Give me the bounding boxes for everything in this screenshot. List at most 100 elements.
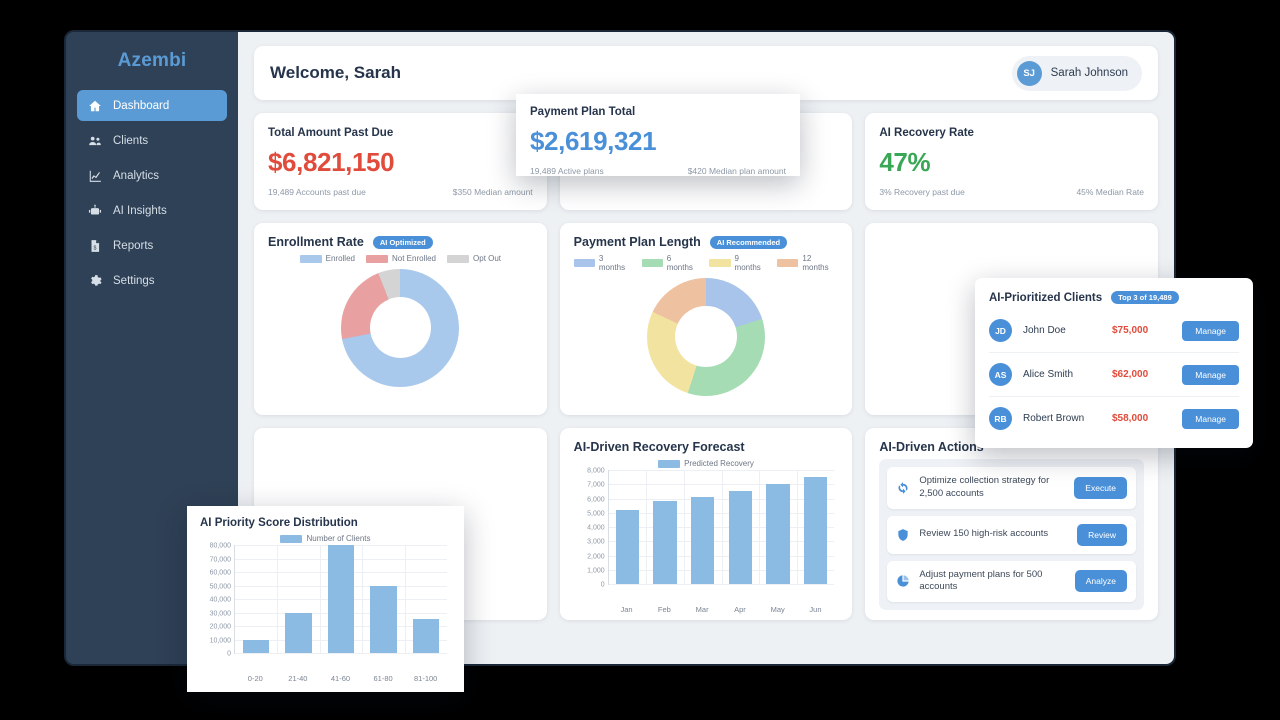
chart-title: Enrollment Rate — [268, 235, 364, 249]
manage-button[interactable]: Manage — [1182, 364, 1239, 385]
sidebar-item-clients[interactable]: Clients — [77, 125, 227, 156]
bar[interactable] — [412, 619, 439, 653]
bar-chart-priority-score: 80,000 70,000 60,000 50,000 40,000 30,000 20,0… — [200, 543, 451, 671]
legend-item[interactable]: 6 months — [641, 254, 699, 272]
stat-foot-right: 45% Median Rate — [1076, 187, 1145, 197]
legend-label: 12 months — [802, 254, 829, 272]
x-axis-tick: Apr — [734, 605, 746, 614]
donut-slices — [647, 277, 765, 396]
shield-icon — [896, 528, 910, 542]
sidebar-item-dashboard[interactable]: Dashboard — [77, 90, 227, 121]
bar[interactable] — [243, 639, 270, 653]
y-axis-tick: 0 — [600, 581, 605, 589]
chart-legend: Number of Clients — [200, 534, 451, 543]
bar[interactable] — [653, 501, 677, 584]
legend-swatch — [447, 254, 470, 263]
chart-title: AI-Driven Recovery Forecast — [573, 440, 745, 454]
ai-prioritized-clients-popup: AI-Prioritized Clients Top 3 of 19,489 J… — [975, 278, 1253, 448]
action-text: Optimize collection strategy for 2,500 a… — [919, 475, 1050, 499]
bar[interactable] — [803, 477, 828, 584]
bar[interactable] — [728, 491, 752, 584]
x-axis-tick: Feb — [657, 605, 671, 614]
y-axis-tick: 40,000 — [209, 596, 231, 604]
legend-label: 3 months — [598, 254, 626, 272]
sidebar-item-ai-insights[interactable]: AI Insights — [77, 195, 227, 226]
legend-item[interactable]: Predicted Recovery — [658, 459, 754, 468]
bar-slot — [759, 470, 797, 584]
x-axis-tick: Jan — [620, 605, 633, 614]
legend-item[interactable]: 12 months — [777, 254, 838, 272]
x-axis-tick: May — [770, 605, 785, 614]
stat-foot-right: $350 Median amount — [452, 187, 533, 197]
legend-item[interactable]: Not Enrolled — [365, 254, 436, 263]
stat-value: 47% — [879, 147, 931, 177]
legend-item[interactable]: 3 months — [573, 254, 631, 272]
bars — [235, 545, 447, 653]
bar-slot — [684, 470, 722, 584]
bar-chart-xlabels: 0-20 21-40 41-60 61-80 81-100 — [200, 674, 451, 683]
popup-title: AI Priority Score Distribution — [200, 517, 358, 529]
chart-title: Payment Plan Length — [573, 235, 701, 249]
chart-legend: 3 months 6 months 9 months 12 months — [573, 254, 839, 272]
priority-score-distribution-popup: AI Priority Score Distribution Number of… — [187, 506, 464, 692]
robot-icon — [88, 204, 102, 218]
review-button[interactable]: Review — [1077, 523, 1128, 546]
action-text: Adjust payment plans for 500 accounts — [919, 568, 1043, 593]
legend-item[interactable]: 9 months — [709, 254, 766, 272]
sidebar-item-label: Reports — [113, 239, 154, 252]
legend-label: Enrolled — [325, 254, 355, 263]
bar[interactable] — [370, 585, 397, 653]
list-item[interactable]: RB Robert Brown $58,000 Manage — [989, 397, 1239, 440]
user-menu[interactable]: SJ Sarah Johnson — [1011, 55, 1142, 91]
list-item[interactable]: JD John Doe $75,000 Manage — [989, 309, 1239, 353]
legend-item[interactable]: Number of Clients — [280, 534, 371, 543]
pie-icon — [896, 574, 910, 588]
legend-swatch — [365, 254, 388, 263]
bar-slot — [235, 545, 277, 653]
client-name: John Doe — [1023, 325, 1066, 336]
x-axis-tick: Jun — [809, 605, 822, 614]
sidebar-item-reports[interactable]: $ Reports — [77, 230, 227, 261]
bar[interactable] — [691, 497, 715, 584]
plot-area: 80,000 70,000 60,000 50,000 40,000 30,000 20,0… — [210, 543, 447, 658]
chart-line-icon — [88, 169, 102, 183]
sidebar-item-settings[interactable]: Settings — [77, 265, 227, 296]
manage-button[interactable]: Manage — [1182, 320, 1239, 341]
legend-item[interactable]: Opt Out — [447, 254, 501, 263]
analyze-button[interactable]: Analyze — [1074, 570, 1128, 593]
manage-button[interactable]: Manage — [1182, 408, 1239, 429]
bar-slot — [320, 545, 362, 653]
actions-list: Optimize collection strategy for 2,500 a… — [879, 459, 1145, 611]
screen: Azembi Dashboard Clients Analytics AI In… — [0, 0, 1280, 720]
legend-swatch — [709, 259, 731, 267]
legend-item[interactable]: Enrolled — [299, 254, 355, 263]
chart-card-recovery-forecast: AI-Driven Recovery Forecast Predicted Re… — [559, 428, 853, 620]
sidebar-item-label: AI Insights — [113, 204, 167, 217]
legend-swatch — [280, 534, 303, 543]
list-item[interactable]: AS Alice Smith $62,000 Manage — [989, 353, 1239, 397]
svg-text:$: $ — [94, 245, 97, 251]
home-icon — [88, 99, 102, 113]
client-amount: $58,000 — [1112, 413, 1149, 424]
chart-legend: Enrolled Not Enrolled Opt Out — [268, 254, 533, 263]
bar[interactable] — [615, 509, 640, 584]
stat-value: $6,821,150 — [268, 147, 395, 177]
plot-area: 8,000 7,000 6,000 5,000 4,000 3,000 2,000 1,000… — [587, 468, 835, 589]
bar-slot — [362, 545, 404, 653]
y-axis-tick: 5,000 — [587, 510, 605, 518]
bar[interactable] — [766, 484, 790, 584]
legend-swatch — [658, 459, 681, 468]
chart-card-plan-length: Payment Plan Length AI Recommended 3 mon… — [559, 223, 853, 415]
x-axis-tick: 81-100 — [413, 674, 438, 683]
bar[interactable] — [285, 612, 312, 653]
bar-slot — [646, 470, 684, 584]
legend-label: 6 months — [666, 254, 693, 272]
stat-title: AI Recovery Rate — [879, 127, 974, 139]
bar[interactable] — [327, 545, 355, 653]
sidebar-item-label: Clients — [113, 134, 149, 147]
y-axis-tick: 3,000 — [587, 538, 605, 546]
execute-button[interactable]: Execute — [1074, 476, 1128, 499]
action-item: Review 150 high-risk accounts Review — [887, 515, 1137, 554]
sidebar-item-analytics[interactable]: Analytics — [77, 160, 227, 191]
stat-title: Total Amount Past Due — [268, 127, 394, 139]
